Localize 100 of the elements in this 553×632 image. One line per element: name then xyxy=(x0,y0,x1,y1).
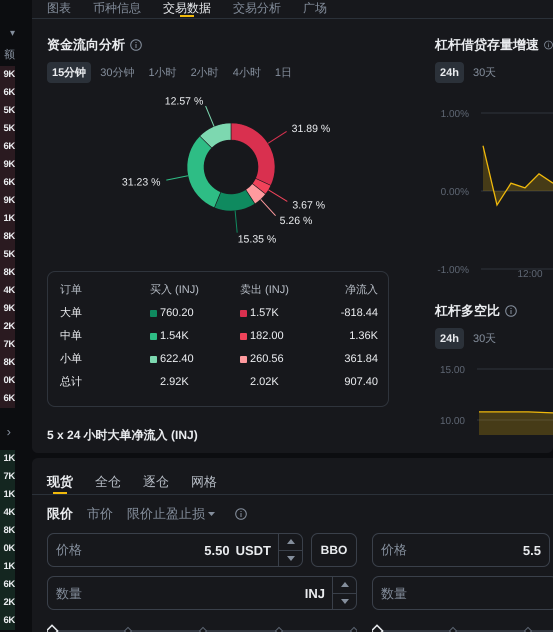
axis-label: 0.00% xyxy=(440,187,469,198)
percent-label: 12.57 % xyxy=(164,96,204,108)
period-tab[interactable]: 30天 xyxy=(468,62,502,83)
section-tab[interactable]: 交易数据 xyxy=(163,0,211,17)
leader-line xyxy=(166,175,188,181)
ask-amount: 6K xyxy=(3,176,15,190)
section-title: 5 x 24 小时大单净流入 (INJ) xyxy=(47,427,199,444)
price-field[interactable]: 价格 5.5 xyxy=(372,533,550,567)
info-icon[interactable] xyxy=(505,305,517,317)
bid-amount: 7K xyxy=(3,470,15,484)
quantity-field[interactable]: 数量 xyxy=(372,576,553,610)
ask-amount: 8K xyxy=(3,356,15,370)
row-label: 中单 xyxy=(60,329,83,344)
ask-amount: 1K xyxy=(3,212,15,226)
section-tab[interactable]: 图表 xyxy=(47,0,71,17)
caret-down-icon[interactable] xyxy=(286,556,294,561)
leader-line xyxy=(205,106,215,127)
row-label: 大单 xyxy=(60,306,83,321)
quantity-input[interactable]: 数量 xyxy=(381,586,553,600)
caret-up-icon[interactable] xyxy=(340,582,348,588)
table-cell-text: 1.54K xyxy=(160,329,189,344)
order-type-tab[interactable]: 限价止盈止损 xyxy=(127,505,215,523)
percent-label: 5.26 % xyxy=(280,215,312,228)
row-label: 总计 xyxy=(60,375,83,390)
bid-amount: 6K xyxy=(3,578,15,592)
section-tab[interactable]: 币种信息 xyxy=(93,0,141,17)
ask-amount: 5K xyxy=(3,122,15,136)
quantity-field[interactable]: 数量 INJ xyxy=(47,576,357,610)
expand-arrow[interactable]: › xyxy=(6,414,11,450)
period-tab[interactable]: 30分钟 xyxy=(95,62,140,83)
column-header: 额 xyxy=(4,48,15,63)
bid-amount: 1K xyxy=(3,452,15,466)
section-tab[interactable]: 广场 xyxy=(303,0,327,17)
trade-tab[interactable]: 现货 xyxy=(47,470,73,494)
ask-amount: 8K xyxy=(3,230,15,244)
section-title: 杠杆借贷存量增速 xyxy=(435,36,539,54)
ask-amount: 9K xyxy=(3,194,15,208)
period-tab[interactable]: 2小时 xyxy=(186,62,224,83)
leader-line xyxy=(268,130,288,144)
percent-label: 31.89 % xyxy=(292,123,330,136)
section-title: 杠杆多空比 xyxy=(435,302,500,320)
percent-label: 15.35 % xyxy=(238,234,276,246)
period-tab[interactable]: 4小时 xyxy=(228,62,266,83)
period-tab[interactable]: 24h xyxy=(435,62,464,83)
ask-amount: 9K xyxy=(3,158,15,172)
period-tab[interactable]: 24h xyxy=(435,328,464,349)
ask-amount: 5K xyxy=(3,104,15,118)
bid-amount: 1K xyxy=(3,560,15,574)
leader-line xyxy=(234,210,238,234)
bid-amount: 8K xyxy=(3,524,15,538)
axis-label: 10.00 xyxy=(440,416,465,427)
percent-label: 3.67 % xyxy=(292,200,326,212)
ask-amount: 9K xyxy=(3,302,15,316)
order-type-tab[interactable]: 市价 xyxy=(87,505,113,523)
info-icon[interactable] xyxy=(130,39,142,51)
info-icon[interactable] xyxy=(235,508,247,520)
info-icon[interactable] xyxy=(544,39,553,51)
axis-label: 1.00% xyxy=(440,109,469,120)
dropdown-caret[interactable]: ▾ xyxy=(10,28,15,44)
table-cell-text: 2.02K xyxy=(250,375,279,390)
period-tab[interactable]: 1日 xyxy=(270,62,297,83)
bid-amount: 4K xyxy=(3,506,15,520)
trade-tab[interactable]: 网格 xyxy=(191,470,217,494)
table-cell-text: 1.57K xyxy=(250,306,279,321)
table-cell-text: -818.44 xyxy=(340,306,378,321)
column-header: 订单 xyxy=(60,283,83,298)
bid-amount: 0K xyxy=(3,542,15,556)
axis-label: -1.00% xyxy=(437,265,469,276)
quantity-input[interactable]: 数量 xyxy=(56,586,305,600)
period-tab[interactable]: 30天 xyxy=(468,328,502,349)
table-cell-text: 622.40 xyxy=(160,352,194,367)
column-header: 卖出 (INJ) xyxy=(240,283,290,298)
trade-tab[interactable]: 全仓 xyxy=(95,470,121,494)
trade-tab[interactable]: 逐仓 xyxy=(143,470,169,494)
table-cell-text: 907.40 xyxy=(343,375,378,390)
section-tab[interactable]: 交易分析 xyxy=(233,0,281,17)
bid-amount: 2K xyxy=(3,596,15,610)
row-label: 小单 xyxy=(60,352,83,367)
column-header: 净流入 xyxy=(344,282,378,298)
price-field[interactable]: 价格 5.50 USDT xyxy=(47,533,303,567)
column-header: 买入 (INJ) xyxy=(150,283,200,298)
ask-amount: 5K xyxy=(3,248,15,262)
axis-label: 15.00 xyxy=(440,365,465,376)
caret-down-icon[interactable] xyxy=(340,598,348,604)
percent-label: 31.23 % xyxy=(122,176,160,188)
period-tab[interactable]: 1小时 xyxy=(144,62,182,83)
caret-down-icon[interactable] xyxy=(208,512,215,516)
ask-amount: 6K xyxy=(3,140,15,154)
ask-amount: 2K xyxy=(3,320,15,334)
period-tab[interactable]: 15分钟 xyxy=(47,62,92,83)
table-cell-text: 2.92K xyxy=(160,375,189,390)
leader-line xyxy=(268,189,288,202)
table-cell-text: 1.36K xyxy=(348,329,378,344)
table-cell-text: 182.00 xyxy=(250,329,284,344)
time-label: 12:00 xyxy=(517,269,543,280)
bbo-button[interactable]: BBO xyxy=(311,533,357,567)
order-type-tab[interactable]: 限价 xyxy=(47,505,73,523)
caret-up-icon[interactable] xyxy=(286,539,294,544)
table-cell-text: 361.84 xyxy=(343,352,378,367)
ask-amount: 6K xyxy=(3,392,15,406)
